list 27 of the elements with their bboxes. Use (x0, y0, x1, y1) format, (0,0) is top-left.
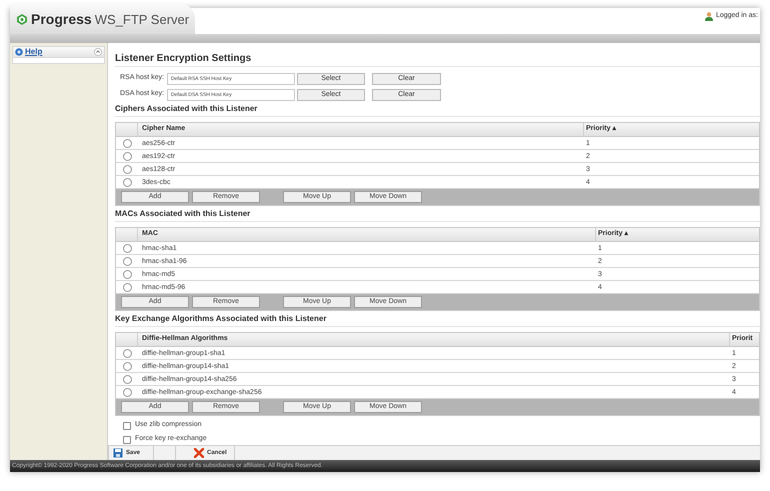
help-link[interactable]: Help (25, 46, 92, 58)
radio-button[interactable] (122, 178, 132, 186)
radio-button[interactable] (122, 348, 132, 358)
collapse-icon[interactable] (94, 48, 102, 56)
radio-button[interactable] (122, 244, 132, 252)
checkbox[interactable] (123, 422, 131, 430)
product-name: WS_FTP Server (94, 12, 190, 26)
radio-button[interactable] (122, 282, 132, 292)
help-icon (15, 48, 23, 56)
section-heading: MACs Associated with this Listener (115, 207, 760, 222)
radio-button[interactable] (122, 374, 132, 384)
radio-button[interactable] (122, 270, 132, 278)
radio-button[interactable] (122, 388, 132, 396)
sidebar-item[interactable]: Help (12, 46, 105, 58)
section-heading: Key Exchange Algorithms Associated with this Listener (115, 312, 760, 327)
radio-button[interactable] (122, 164, 132, 174)
radio-button[interactable] (122, 256, 132, 266)
checkbox[interactable] (123, 436, 131, 444)
brand-name: Progress (31, 12, 92, 26)
section-heading: Ciphers Associated with this Listener (115, 102, 760, 117)
logo-icon (16, 12, 28, 26)
radio-button[interactable] (122, 138, 132, 148)
radio-button[interactable] (122, 152, 132, 160)
user-icon (704, 12, 713, 21)
radio-button[interactable] (122, 362, 132, 370)
page-title: Listener Encryption Settings (115, 51, 760, 67)
cross-icon (194, 448, 204, 458)
